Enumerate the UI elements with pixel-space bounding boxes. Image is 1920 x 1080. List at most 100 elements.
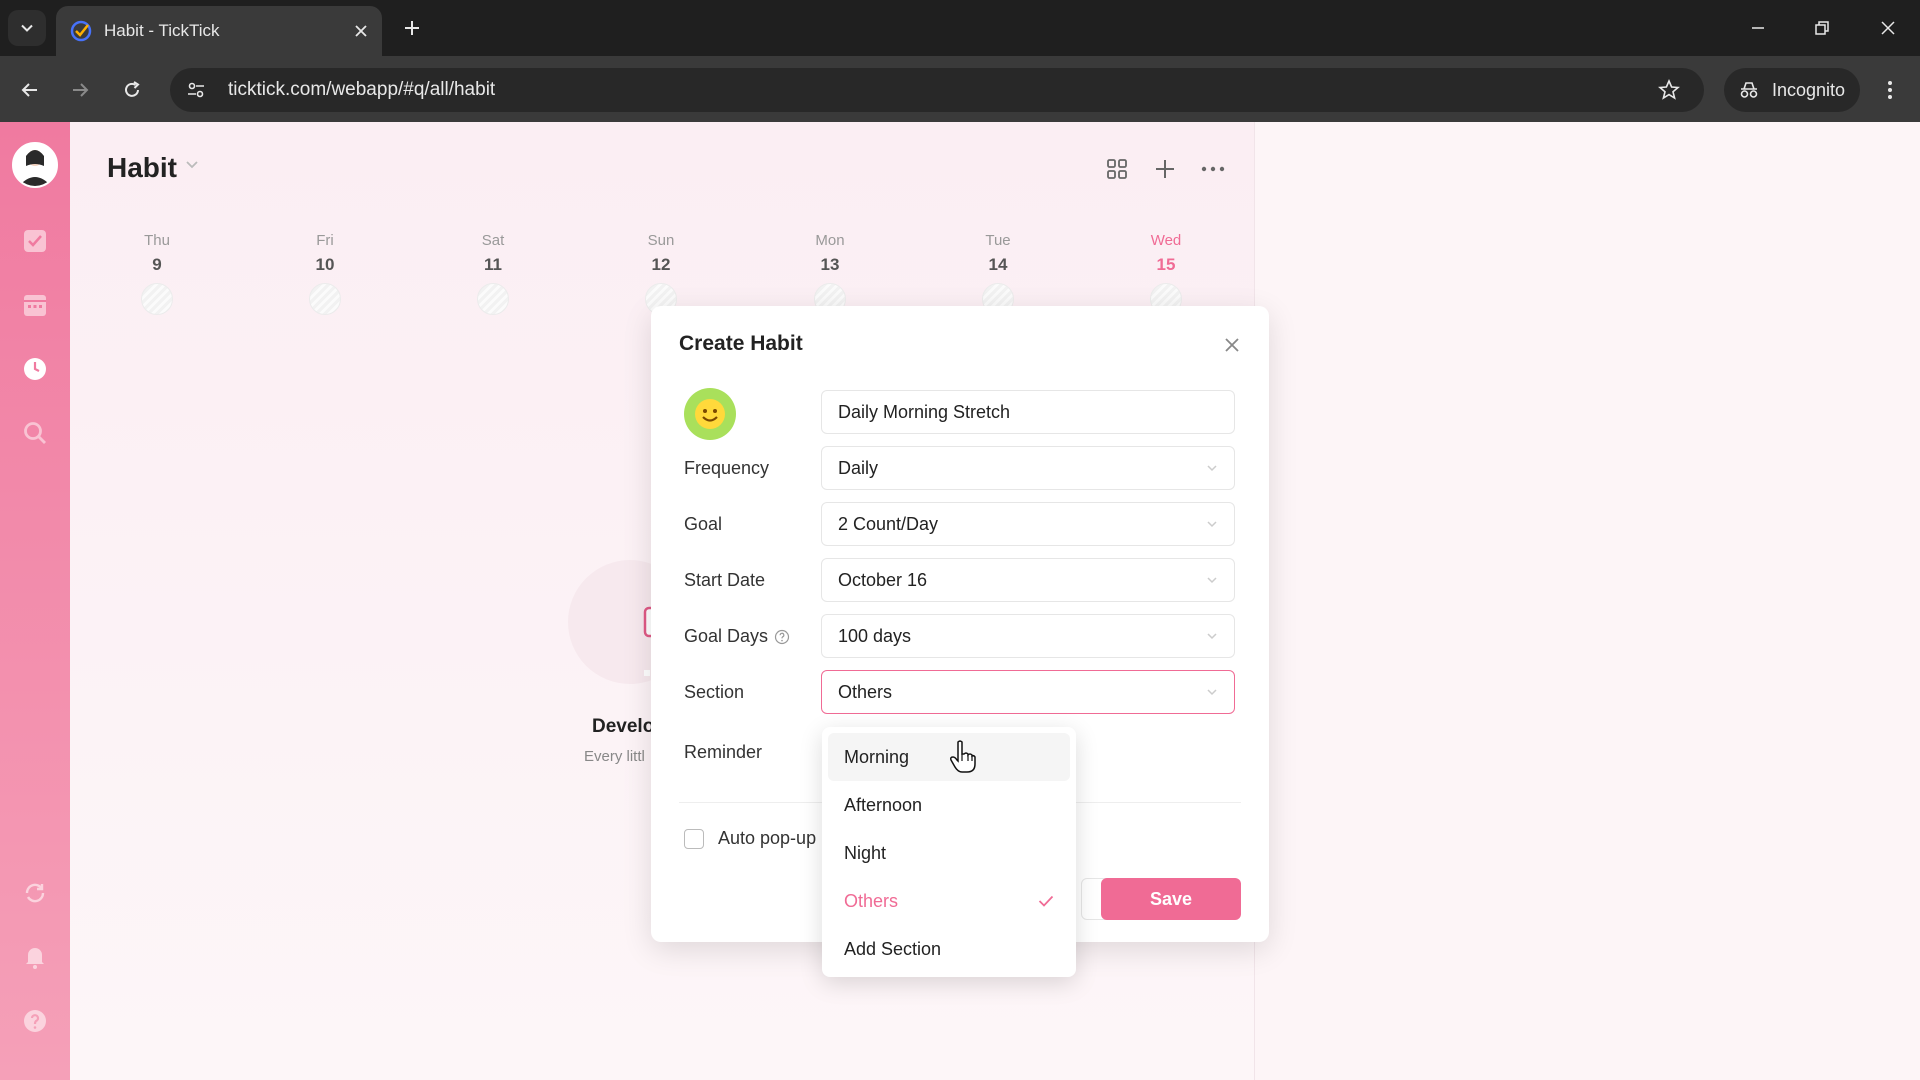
avatar-person-icon [19, 150, 51, 186]
goal-select[interactable]: 2 Count/Day [821, 502, 1235, 546]
reload-icon [125, 81, 140, 97]
site-settings-icon[interactable] [186, 80, 206, 100]
day-number: 14 [988, 255, 1008, 274]
arrow-right-icon [73, 83, 89, 97]
sidebar-item-tasks[interactable] [20, 226, 50, 256]
week-day[interactable]: Sat 11 [463, 232, 523, 315]
user-avatar[interactable] [12, 142, 58, 188]
smiley-face-icon [695, 399, 725, 429]
section-value: Others [838, 681, 893, 702]
clock-icon [24, 358, 46, 380]
tab-search-button[interactable] [8, 10, 46, 46]
back-button[interactable] [12, 72, 48, 108]
day-number: 12 [651, 255, 671, 274]
habit-name-input[interactable] [821, 390, 1235, 434]
section-select[interactable]: Others [821, 670, 1235, 714]
sidebar-item-help[interactable] [20, 1006, 50, 1036]
star-bookmark-icon[interactable] [1658, 79, 1680, 101]
calendar-icon [24, 295, 46, 316]
day-number: 9 [152, 255, 162, 274]
day-number: 10 [315, 255, 335, 274]
section-option-others[interactable]: Others [828, 877, 1070, 925]
week-day-today[interactable]: Wed 15 [1136, 232, 1196, 315]
chevron-down-icon [1207, 465, 1217, 472]
option-label: Afternoon [844, 794, 923, 815]
chevron-down-icon [1207, 633, 1217, 640]
search-icon [24, 422, 46, 444]
week-day[interactable]: Sun 12 [631, 232, 691, 315]
sidebar-item-calendar[interactable] [20, 290, 50, 320]
browser-tab-active[interactable]: Habit - TickTick [56, 6, 382, 56]
auto-popup-checkbox[interactable] [684, 828, 704, 849]
more-vertical-icon [1888, 81, 1892, 99]
close-icon [1881, 21, 1895, 35]
incognito-indicator[interactable]: Incognito [1724, 68, 1860, 112]
add-habit-button[interactable] [1148, 152, 1182, 186]
week-day[interactable]: Fri 10 [295, 232, 355, 315]
goal-value: 2 Count/Day [838, 513, 939, 534]
start-date-select[interactable]: October 16 [821, 558, 1235, 602]
more-horizontal-icon [1201, 166, 1225, 172]
goal-days-label: Goal Days [684, 626, 790, 647]
section-option-add-section[interactable]: Add Section [828, 925, 1070, 973]
option-label: Add Section [844, 938, 942, 959]
auto-popup-label: Auto pop-up [718, 828, 817, 848]
week-day[interactable]: Mon 13 [800, 232, 860, 315]
url-text: ticktick.com/webapp/#q/all/habit [228, 79, 496, 100]
chevron-down-icon [1207, 689, 1217, 696]
minimize-button[interactable] [1736, 8, 1780, 48]
restore-button[interactable] [1800, 8, 1844, 48]
grid-view-button[interactable] [1100, 152, 1134, 186]
chevron-down-icon [1207, 521, 1217, 528]
day-number: 13 [820, 255, 840, 274]
day-progress-ring [141, 283, 173, 315]
empty-state-title: Develo [592, 716, 655, 737]
sidebar-item-focus[interactable] [20, 354, 50, 384]
day-progress-ring [477, 283, 509, 315]
dialog-title: Create Habit [679, 332, 803, 355]
auto-popup-option[interactable]: Auto pop-up [684, 828, 816, 849]
option-label: Morning [844, 746, 910, 767]
goal-days-label-text: Goal Days [684, 626, 769, 646]
forward-button[interactable] [62, 72, 98, 108]
incognito-icon [1740, 82, 1758, 98]
section-option-morning[interactable]: Morning [828, 733, 1070, 781]
chevron-down-icon[interactable] [185, 160, 199, 170]
habit-icon-picker[interactable] [684, 388, 736, 440]
frequency-select[interactable]: Daily [821, 446, 1235, 490]
page-title[interactable]: Habit [107, 152, 177, 184]
chevron-down-icon [1207, 577, 1217, 584]
browser-menu-button[interactable] [1872, 72, 1908, 108]
day-number: 15 [1156, 255, 1176, 274]
section-dropdown-menu: Morning Afternoon Night Others Add Secti… [822, 727, 1076, 977]
address-bar[interactable]: ticktick.com/webapp/#q/all/habit [170, 68, 1704, 112]
more-options-button[interactable] [1196, 152, 1230, 186]
sidebar-item-notifications[interactable] [20, 942, 50, 972]
section-option-night[interactable]: Night [828, 829, 1070, 877]
frequency-label: Frequency [684, 458, 770, 478]
week-day[interactable]: Tue 14 [968, 232, 1028, 315]
sidebar-item-sync[interactable] [20, 878, 50, 908]
goal-days-select[interactable]: 100 days [821, 614, 1235, 658]
grid-icon [1107, 159, 1127, 179]
new-tab-button[interactable] [396, 12, 428, 44]
help-circle-icon[interactable] [774, 629, 790, 645]
day-name: Sat [481, 232, 505, 249]
plus-icon [405, 21, 419, 35]
save-button[interactable]: Save [1101, 878, 1241, 920]
section-option-afternoon[interactable]: Afternoon [828, 781, 1070, 829]
dialog-close-button[interactable] [1217, 330, 1247, 360]
hand-pointer-cursor-icon [950, 740, 976, 773]
close-window-button[interactable] [1866, 8, 1910, 48]
week-day[interactable]: Thu 9 [127, 232, 187, 315]
close-tab-icon[interactable] [354, 24, 368, 38]
section-label: Section [684, 682, 745, 702]
empty-state-subtitle: Every littl [584, 748, 645, 765]
sidebar-item-search[interactable] [20, 418, 50, 448]
reload-button[interactable] [114, 72, 150, 108]
day-progress-ring [309, 283, 341, 315]
goal-days-value: 100 days [838, 625, 912, 646]
browser-tab-bar: Habit - TickTick [0, 0, 1920, 56]
start-date-value: October 16 [838, 569, 928, 590]
checkbox-task-icon [24, 230, 46, 252]
